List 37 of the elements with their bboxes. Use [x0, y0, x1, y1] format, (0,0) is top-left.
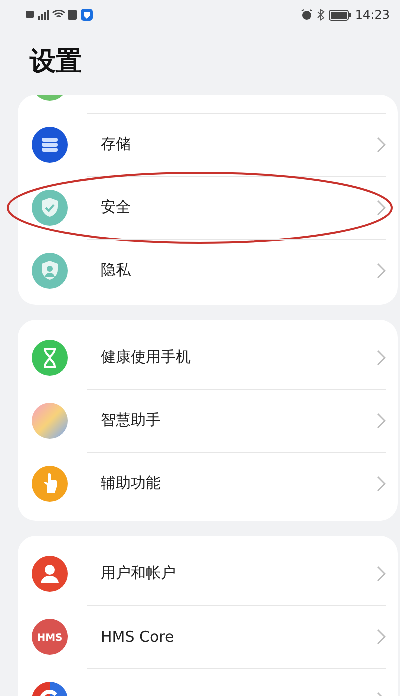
- person-icon: [32, 556, 68, 592]
- row-label: 辅助功能: [101, 474, 162, 493]
- settings-row[interactable]: 存储: [18, 113, 398, 176]
- row-label: 隐私: [101, 261, 132, 280]
- chevron-icon: [376, 136, 386, 152]
- settings-row[interactable]: HMS HMS Core: [18, 605, 398, 668]
- hourglass-icon: [32, 340, 68, 376]
- hms-icon: HMS: [32, 618, 68, 654]
- page-title: 设置: [30, 46, 83, 79]
- row-label: 智慧助手: [101, 411, 162, 430]
- settings-row[interactable]: 辅助功能: [18, 452, 398, 515]
- chevron-icon: [376, 628, 386, 644]
- settings-row[interactable]: 安全: [18, 176, 398, 239]
- chevron-icon: [376, 350, 386, 366]
- row-label: HMS Core: [101, 628, 176, 646]
- row-label: 用户和帐户: [101, 564, 177, 583]
- row-label: 存储: [101, 135, 132, 154]
- settings-row[interactable]: 隐私: [18, 239, 398, 302]
- battery-icon: [329, 10, 352, 20]
- chevron-icon: [376, 412, 386, 428]
- settings-row[interactable]: 智慧助手: [18, 389, 398, 452]
- shield-check-icon: [32, 190, 68, 226]
- chevron-icon: [376, 476, 386, 492]
- alarm-icon: [301, 9, 314, 21]
- chevron-icon: [376, 262, 386, 278]
- gradient-orb-icon: [32, 402, 68, 438]
- row-label: 健康使用手机: [101, 348, 192, 367]
- row-label: 安全: [101, 198, 132, 217]
- shield-person-icon: [32, 252, 68, 288]
- chevron-icon: [376, 200, 386, 216]
- settings-row[interactable]: 用户和帐户: [18, 542, 398, 605]
- storage-icon: [32, 126, 68, 162]
- bluetooth-icon: [317, 9, 326, 21]
- hand-icon: [32, 466, 68, 502]
- chevron-icon: [376, 566, 386, 582]
- status-time: 14:23: [355, 8, 390, 22]
- settings-row[interactable]: 健康使用手机: [18, 326, 398, 389]
